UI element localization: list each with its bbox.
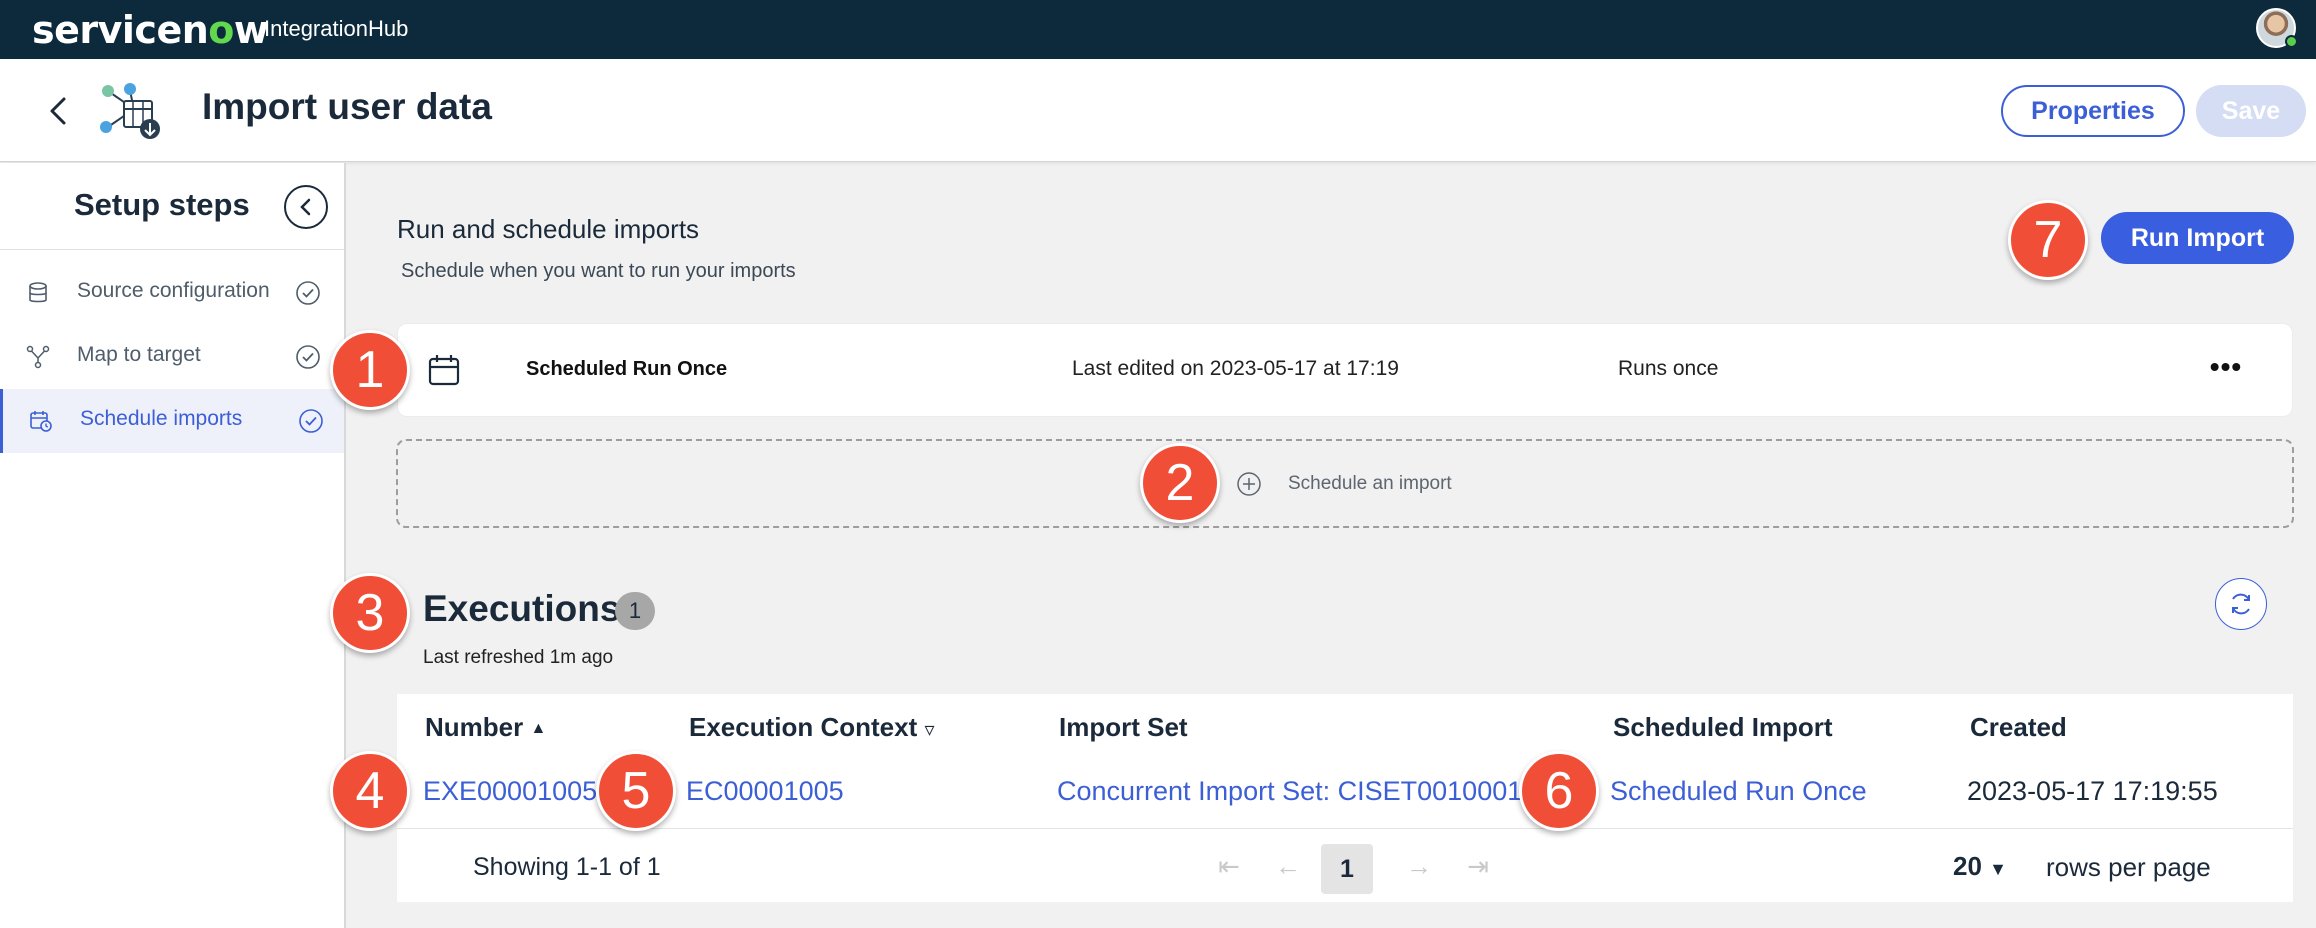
- calendar-icon: [428, 355, 460, 386]
- properties-button[interactable]: Properties: [2001, 85, 2185, 137]
- executions-title: Executions: [423, 588, 621, 629]
- add-circle-icon: [1237, 472, 1261, 496]
- cell-scheduled-import-link[interactable]: Scheduled Run Once: [1610, 776, 1867, 807]
- callout-marker-6: 6: [1519, 751, 1599, 831]
- filter-icon: ▿: [924, 719, 935, 741]
- rows-per-page-label: rows per page: [2046, 852, 2211, 882]
- column-header-import-set[interactable]: Import Set: [1059, 712, 1188, 743]
- more-options-button[interactable]: •••: [2204, 352, 2248, 386]
- servicenow-logo[interactable]: servicenow: [32, 8, 269, 52]
- setup-steps-sidebar: Setup steps Source configuration Map to …: [0, 163, 346, 928]
- database-icon: [29, 282, 47, 303]
- check-circle-icon: [296, 345, 320, 369]
- sidebar-item-schedule-imports[interactable]: Schedule imports: [0, 389, 344, 453]
- back-button[interactable]: [40, 91, 76, 131]
- chevron-left-icon: [300, 198, 311, 216]
- executions-table: Number ▲ Execution Context ▿ Import Set …: [397, 694, 2293, 902]
- callout-marker-3: 3: [330, 573, 410, 653]
- save-button[interactable]: Save: [2196, 85, 2306, 137]
- check-circle-icon: [296, 281, 320, 305]
- schedule-name: Scheduled Run Once: [526, 358, 728, 380]
- sidebar-item-label: Schedule imports: [80, 407, 243, 430]
- online-status-icon: [2285, 35, 2298, 48]
- cell-created: 2023-05-17 17:19:55: [1967, 776, 2218, 806]
- column-header-number[interactable]: Number ▲: [425, 712, 546, 743]
- schedule-an-import-button[interactable]: Schedule an import: [396, 439, 2294, 528]
- data-import-icon: [100, 83, 160, 139]
- callout-marker-7: 7: [2008, 200, 2088, 280]
- callout-marker-5: 5: [596, 751, 676, 831]
- last-page-icon[interactable]: ⇥: [1459, 847, 1497, 885]
- next-page-icon[interactable]: →: [1400, 847, 1438, 885]
- collapse-sidebar-button[interactable]: [284, 185, 328, 229]
- column-header-execution-context[interactable]: Execution Context ▿: [689, 712, 935, 743]
- sidebar-item-map-to-target[interactable]: Map to target: [0, 325, 344, 389]
- previous-page-icon[interactable]: ←: [1269, 847, 1307, 885]
- current-page-button[interactable]: 1: [1321, 844, 1373, 894]
- run-import-button[interactable]: Run Import: [2101, 212, 2294, 264]
- caret-down-icon: ▼: [1989, 859, 2007, 879]
- refresh-icon: [2232, 593, 2250, 615]
- sort-ascending-icon: ▲: [530, 720, 547, 737]
- column-header-scheduled-import[interactable]: Scheduled Import: [1613, 712, 1833, 743]
- last-refreshed-text: Last refreshed 1m ago: [423, 647, 614, 668]
- sidebar-item-label: Source configuration: [77, 279, 270, 302]
- cell-execution-context-link[interactable]: EC00001005: [686, 776, 844, 807]
- sidebar-divider: [0, 249, 344, 250]
- page-header: Import user data Properties Save: [0, 59, 2316, 162]
- rows-per-page-select[interactable]: 20 ▼: [1953, 851, 2007, 882]
- check-circle-icon: [299, 409, 323, 433]
- chevron-left-icon: [50, 97, 66, 125]
- executions-count-badge: 1: [615, 592, 655, 630]
- merge-icon: [26, 345, 50, 369]
- product-name: IntegrationHub: [264, 16, 409, 41]
- table-pagination: Showing 1-1 of 1 ⇤ ← 1 → ⇥ 20 ▼ rows per…: [397, 828, 2293, 902]
- cell-import-set-link[interactable]: Concurrent Import Set: CISET0010001: [1057, 776, 1522, 807]
- callout-marker-4: 4: [330, 751, 410, 831]
- sidebar-title: Setup steps: [74, 187, 250, 222]
- sidebar-item-source-configuration[interactable]: Source configuration: [0, 261, 344, 325]
- first-page-icon[interactable]: ⇤: [1210, 847, 1248, 885]
- column-header-created[interactable]: Created: [1970, 712, 2067, 743]
- schedule-an-import-label: Schedule an import: [1288, 473, 1452, 494]
- showing-range-text: Showing 1-1 of 1: [473, 853, 661, 881]
- schedule-frequency: Runs once: [1618, 357, 1719, 380]
- scheduled-import-card[interactable]: Scheduled Run Once Last edited on 2023-0…: [397, 323, 2293, 417]
- section-subtitle: Schedule when you want to run your impor…: [401, 260, 796, 282]
- calendar-clock-icon: [30, 411, 52, 432]
- callout-marker-1: 1: [330, 330, 410, 410]
- sidebar-item-label: Map to target: [77, 343, 201, 366]
- schedule-last-edited: Last edited on 2023-05-17 at 17:19: [1072, 357, 1399, 380]
- refresh-button[interactable]: [2215, 578, 2267, 630]
- callout-marker-2: 2: [1140, 443, 1220, 523]
- section-title: Run and schedule imports: [397, 214, 700, 244]
- cell-number-link[interactable]: EXE00001005: [423, 776, 597, 807]
- top-bar: servicenow IntegrationHub: [0, 0, 2316, 59]
- page-title: Import user data: [202, 86, 492, 127]
